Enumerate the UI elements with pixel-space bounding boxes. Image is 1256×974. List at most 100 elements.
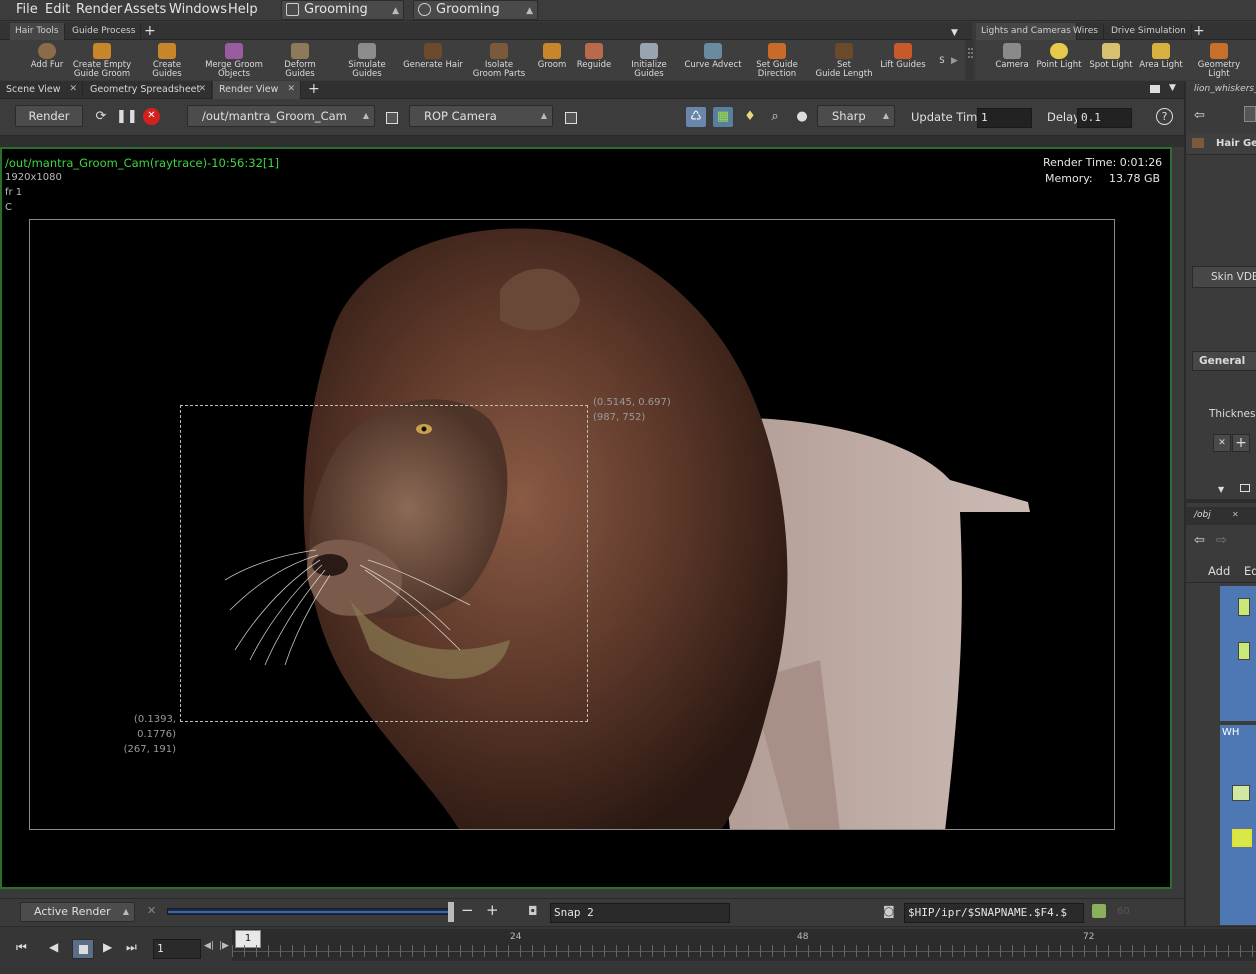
pane-menu-arrow-icon[interactable]: ▼ <box>1169 83 1176 93</box>
shelf-tab-hair-tools[interactable]: Hair Tools <box>10 23 65 40</box>
render-region-selection[interactable] <box>180 405 588 722</box>
play-reverse-icon[interactable]: ◀ <box>49 940 58 954</box>
collapse-arrow-icon[interactable]: ▼ <box>1218 485 1224 494</box>
tool-simulate-guides[interactable]: Simulate Guides <box>345 40 389 80</box>
shelf-divider-grip[interactable] <box>966 40 974 80</box>
update-time-field[interactable]: 1 <box>977 108 1032 128</box>
open-camera-icon[interactable] <box>565 112 577 124</box>
light-icon[interactable]: ♦ <box>740 107 760 127</box>
tool-reguide[interactable]: Reguide <box>575 40 613 80</box>
tool-initialize-guides[interactable]: Initialize Guides <box>628 40 670 80</box>
shelf-scroll-right-icon[interactable]: ▶ <box>951 54 958 68</box>
help-icon[interactable]: ? <box>1156 108 1173 125</box>
menu-windows[interactable]: Windows <box>169 2 227 17</box>
plus-icon[interactable]: + <box>486 901 499 919</box>
output-path-field[interactable]: $HIP/ipr/$SNAPNAME.$F4.$ <box>904 903 1084 923</box>
tab-scene-view[interactable]: Scene View ✕ <box>0 81 83 99</box>
tool-area-light[interactable]: Area Light <box>1138 40 1184 80</box>
splitter[interactable] <box>1186 499 1256 503</box>
tool-groom[interactable]: Groom <box>534 40 570 80</box>
shelf-tab-guide-process[interactable]: Guide Process <box>67 23 142 40</box>
network-box-wh[interactable]: WH <box>1220 725 1256 925</box>
zoom-icon[interactable]: ⌕ <box>765 107 785 127</box>
snap-name-field[interactable]: Snap 2 <box>550 903 730 923</box>
desktop-selector[interactable]: Grooming ▲ <box>281 0 404 20</box>
open-rop-icon[interactable] <box>386 112 398 124</box>
current-frame-field[interactable]: 1 <box>153 939 201 959</box>
tool-create-empty-guide-groom[interactable]: Create Empty Guide Groom <box>72 40 132 80</box>
close-icon[interactable]: ✕ <box>1232 510 1239 519</box>
edit-menu[interactable]: Ed <box>1244 564 1256 578</box>
shelf-tab-drive-simulation[interactable]: Drive Simulation <box>1106 23 1192 40</box>
add-menu[interactable]: Add <box>1208 564 1230 578</box>
save-disk-icon[interactable]: ◙ <box>883 904 895 918</box>
tab-general[interactable]: General <box>1192 351 1256 371</box>
active-render-selector[interactable]: Active Render ▲ <box>20 902 135 922</box>
menu-help[interactable]: Help <box>228 2 258 17</box>
jump-end-icon[interactable]: ⏭ <box>126 940 137 955</box>
menu-edit[interactable]: Edit <box>45 2 70 17</box>
add-icon[interactable]: + <box>1232 434 1250 452</box>
add-shelf-tab-icon[interactable]: + <box>1193 24 1205 38</box>
back-arrow-icon[interactable]: ⇦ <box>1194 108 1205 123</box>
shelf-menu-arrow-icon[interactable]: ▼ <box>951 26 958 40</box>
menu-render[interactable]: Render <box>76 2 122 17</box>
context-selector[interactable]: Grooming ▲ <box>413 0 538 20</box>
minus-icon[interactable]: − <box>461 901 474 919</box>
tool-add-fur[interactable]: Add Fur <box>28 40 66 80</box>
sphere-icon[interactable]: ● <box>792 107 812 127</box>
node-icon[interactable] <box>1238 642 1250 660</box>
add-pane-tab-icon[interactable]: + <box>308 82 320 96</box>
menu-file[interactable]: File <box>16 2 38 17</box>
shelf-tab-lights-cameras[interactable]: Lights and Cameras <box>976 23 1077 40</box>
tool-spot-light[interactable]: Spot Light <box>1088 40 1134 80</box>
tool-set-guide-direction[interactable]: Set Guide Direction <box>752 40 802 80</box>
tool-generate-hair[interactable]: Generate Hair <box>402 40 464 80</box>
pause-icon[interactable]: ❚❚ <box>116 107 138 127</box>
tool-deform-guides[interactable]: Deform Guides <box>278 40 322 80</box>
delay-field[interactable]: 0.1 <box>1077 108 1132 128</box>
play-icon[interactable]: ▶ <box>103 940 112 954</box>
skin-vdb-button[interactable]: Skin VDB <box>1192 266 1256 288</box>
refresh-icon[interactable]: ⟳ <box>91 107 111 127</box>
slider-handle[interactable] <box>448 902 454 922</box>
tool-truncated[interactable]: S <box>936 40 948 80</box>
rop-path-selector[interactable]: /out/mantra_Groom_Cam ▲ <box>187 105 375 127</box>
network-box-blue[interactable] <box>1220 586 1256 721</box>
auto-update-icon[interactable]: ♺ <box>686 107 706 127</box>
forward-arrow-icon[interactable]: ⇨ <box>1216 533 1227 548</box>
snapshot-slider[interactable] <box>167 908 453 915</box>
close-icon[interactable]: ✕ <box>287 81 295 98</box>
expand-icon[interactable] <box>1240 484 1250 492</box>
clear-icon[interactable]: ✕ <box>147 904 156 917</box>
remove-icon[interactable]: ✕ <box>1213 434 1231 452</box>
snapshot-camera-icon[interactable]: ◘ <box>528 904 538 918</box>
tab-geometry-spreadsheet[interactable]: Geometry Spreadsheet ✕ <box>84 81 212 99</box>
add-shelf-tab-icon[interactable]: + <box>144 24 156 38</box>
tool-curve-advect[interactable]: Curve Advect <box>684 40 742 80</box>
shelf-tab-wires[interactable]: Wires <box>1068 23 1104 40</box>
tool-lift-guides[interactable]: Lift Guides <box>880 40 926 80</box>
back-arrow-icon[interactable]: ⇦ <box>1194 533 1205 548</box>
menu-assets[interactable]: Assets <box>124 2 166 17</box>
output-icon[interactable] <box>1092 904 1106 918</box>
step-forward-icon[interactable]: |▶ <box>219 941 229 951</box>
tool-geometry-light[interactable]: Geometry Light <box>1196 40 1242 80</box>
render-button[interactable]: Render <box>15 105 83 127</box>
tool-point-light[interactable]: Point Light <box>1034 40 1084 80</box>
tool-set-guide-length[interactable]: Set Guide Length <box>814 40 874 80</box>
tool-merge-groom-objects[interactable]: Merge Groom Objects <box>203 40 265 80</box>
tab-render-view[interactable]: Render View ✕ <box>213 81 301 99</box>
stop-icon[interactable]: ✕ <box>143 108 160 125</box>
tool-isolate-groom-parts[interactable]: Isolate Groom Parts <box>470 40 528 80</box>
camera-selector[interactable]: ROP Camera ▲ <box>409 105 553 127</box>
obj-path-tab[interactable]: /obj <box>1194 510 1211 520</box>
step-back-icon[interactable]: ◀| <box>204 941 214 951</box>
tool-create-guides[interactable]: Create Guides <box>137 40 197 80</box>
selected-node-icon[interactable] <box>1232 829 1252 847</box>
node-icon[interactable] <box>1238 598 1250 616</box>
pane-link-icon[interactable] <box>1244 106 1256 122</box>
maximize-pane-icon[interactable] <box>1150 85 1160 93</box>
close-icon[interactable]: ✕ <box>198 81 206 98</box>
timeline-ruler[interactable]: 1 24 48 72 <box>232 929 1256 961</box>
